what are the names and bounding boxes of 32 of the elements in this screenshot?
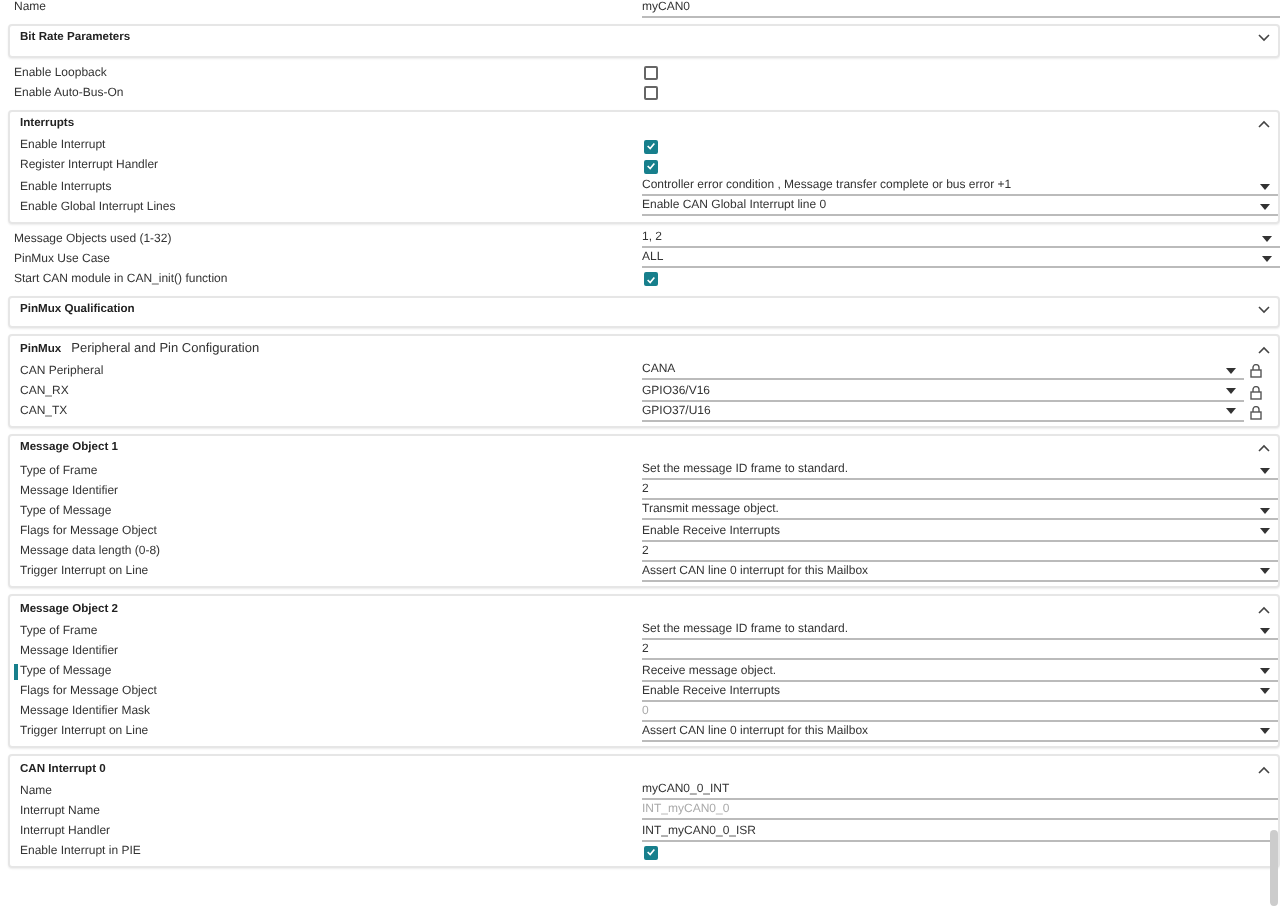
lock-icon[interactable] <box>1250 405 1262 420</box>
caret-icon[interactable] <box>1226 367 1236 374</box>
caret-icon[interactable] <box>1226 388 1236 395</box>
caret-icon[interactable] <box>1260 203 1270 210</box>
checkbox[interactable] <box>644 272 658 287</box>
lock-icon[interactable] <box>1250 364 1262 379</box>
caret-icon[interactable] <box>1262 235 1272 242</box>
chevron-up-icon[interactable] <box>1258 444 1270 453</box>
checkbox[interactable] <box>644 159 658 174</box>
checkbox[interactable] <box>644 86 658 101</box>
caret-icon[interactable] <box>1260 183 1270 190</box>
caret-icon[interactable] <box>1260 528 1270 535</box>
caret-icon[interactable] <box>1260 627 1270 634</box>
checkbox[interactable] <box>644 139 658 154</box>
checkbox[interactable] <box>644 845 658 860</box>
chevron-up-icon[interactable] <box>1258 605 1270 614</box>
chevron-down-icon[interactable] <box>1258 34 1270 43</box>
chevron-down-icon[interactable] <box>1258 306 1270 315</box>
caret-icon[interactable] <box>1260 688 1270 695</box>
caret-icon[interactable] <box>1260 568 1270 575</box>
scrollbar[interactable] <box>1270 830 1278 906</box>
caret-icon[interactable] <box>1260 507 1270 514</box>
caret-icon[interactable] <box>1262 255 1272 262</box>
chevron-up-icon[interactable] <box>1258 345 1270 354</box>
caret-icon[interactable] <box>1226 408 1236 415</box>
caret-icon[interactable] <box>1260 467 1270 474</box>
caret-icon[interactable] <box>1260 668 1270 675</box>
checkbox[interactable] <box>644 66 658 81</box>
chevron-up-icon[interactable] <box>1258 120 1270 129</box>
lock-icon[interactable] <box>1250 385 1262 400</box>
chevron-up-icon[interactable] <box>1258 765 1270 774</box>
caret-icon[interactable] <box>1260 728 1270 735</box>
